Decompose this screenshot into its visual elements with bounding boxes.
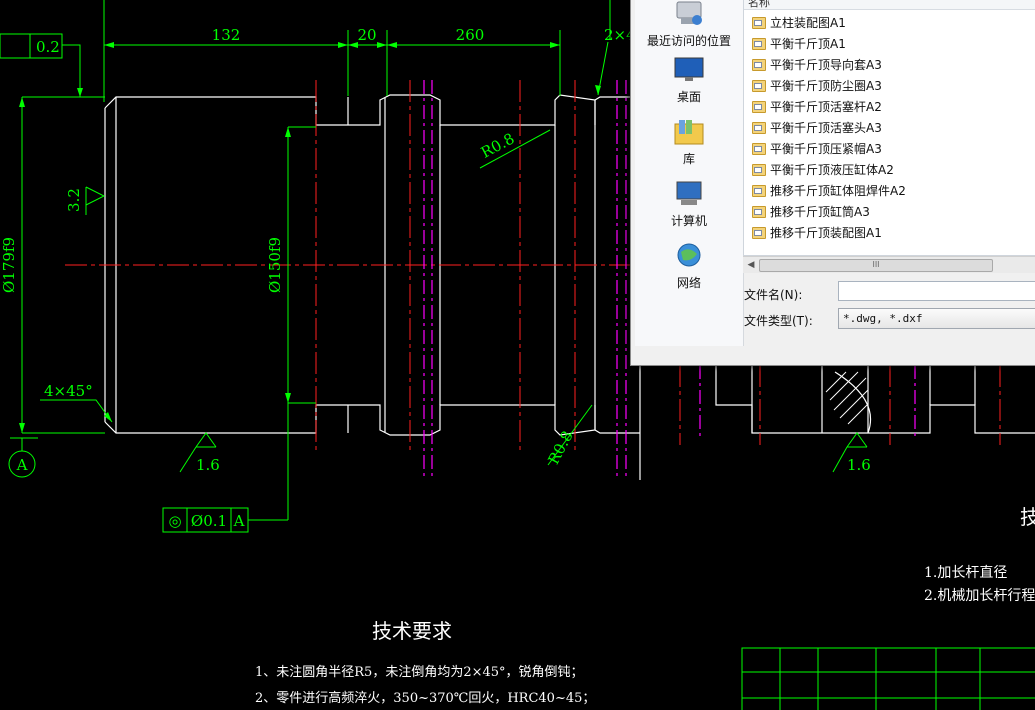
place-library[interactable]: 库 xyxy=(635,118,743,167)
scroll-left-arrow-icon[interactable]: ◀ xyxy=(745,259,757,271)
file-item[interactable]: 平衡千斤顶压紧帽A3 xyxy=(752,139,882,159)
coaxiality-value: Ø0.1 xyxy=(191,512,227,530)
place-recent-label: 最近访问的位置 xyxy=(646,34,731,48)
file-name: 推移千斤顶缸筒A3 xyxy=(770,205,870,219)
filetype-label: 文件类型(T): xyxy=(744,314,813,328)
file-name: 平衡千斤顶防尘圈A3 xyxy=(770,79,882,93)
desktop-icon xyxy=(674,57,704,81)
file-item[interactable]: 平衡千斤顶活塞头A3 xyxy=(752,118,882,138)
dwg-file-icon xyxy=(752,164,766,176)
file-item[interactable]: 平衡千斤顶防尘圈A3 xyxy=(752,76,882,96)
coaxiality-symbol: ◎ xyxy=(168,512,181,530)
dim-260: 260 xyxy=(456,26,485,44)
filename-label: 文件名(N): xyxy=(744,288,803,302)
runout-tolerance: 0.2 xyxy=(36,38,60,56)
file-name: 推移千斤顶缸体阻焊件A2 xyxy=(770,184,906,198)
right-tech-title-partial: 技 xyxy=(1020,505,1035,529)
coaxiality-datum: A xyxy=(233,512,245,530)
datum-a-label: A xyxy=(16,456,28,474)
name-column-header[interactable]: 名称 xyxy=(744,0,1035,10)
file-name: 平衡千斤顶导向套A3 xyxy=(770,58,882,72)
file-item[interactable]: 推移千斤顶缸筒A3 xyxy=(752,202,870,222)
places-bar: 最近访问的位置 桌面 库 计算机 网络 xyxy=(635,0,744,346)
file-name: 平衡千斤顶活塞杆A2 xyxy=(770,100,882,114)
dwg-file-icon xyxy=(752,17,766,29)
network-globe-icon xyxy=(677,243,701,267)
dwg-file-icon xyxy=(752,206,766,218)
dwg-file-icon xyxy=(752,38,766,50)
file-item[interactable]: 推移千斤顶装配图A1 xyxy=(752,223,882,243)
recent-places-icon xyxy=(676,1,702,25)
place-computer-label: 计算机 xyxy=(670,214,707,228)
file-item[interactable]: 平衡千斤顶导向套A3 xyxy=(752,55,882,75)
dwg-file-icon xyxy=(752,185,766,197)
filetype-select[interactable]: *.dwg, *.dxf xyxy=(838,308,1035,329)
scroll-thumb[interactable]: III xyxy=(759,259,993,272)
filename-input[interactable] xyxy=(838,281,1035,301)
file-item[interactable]: 平衡千斤顶活塞杆A2 xyxy=(752,97,882,117)
dimension-arrows xyxy=(19,42,601,433)
dwg-file-icon xyxy=(752,59,766,71)
right-note-1: 1.加长杆直径 xyxy=(924,564,1007,581)
place-desktop[interactable]: 桌面 xyxy=(635,56,743,105)
library-icon xyxy=(674,120,704,145)
dim-132: 132 xyxy=(212,26,241,44)
file-name: 平衡千斤顶活塞头A3 xyxy=(770,121,882,135)
dim-dia-179: Ø179f9 xyxy=(0,237,18,293)
roughness-1-6-right: 1.6 xyxy=(847,456,871,474)
file-item[interactable]: 推移千斤顶缸体阻焊件A2 xyxy=(752,181,906,201)
tech-requirement-2: 2、零件进行高频淬火，350~370℃回火，HRC40~45； xyxy=(255,690,595,706)
right-note-2: 2.机械加长杆行程 xyxy=(924,588,1035,604)
chamfer-note: 4×45° xyxy=(44,382,93,400)
file-name: 平衡千斤顶液压缸体A2 xyxy=(770,163,894,177)
dwg-file-icon xyxy=(752,80,766,92)
roughness-3-2: 3.2 xyxy=(65,188,83,212)
place-library-label: 库 xyxy=(682,152,695,166)
file-item[interactable]: 立柱装配图A1 xyxy=(752,13,846,33)
radius-note-lower: R0.8 xyxy=(544,428,576,467)
computer-icon xyxy=(676,181,702,205)
file-list[interactable]: 名称 立柱装配图A1 平衡千斤顶A1 平衡千斤顶导向套A3 平衡千斤顶防尘圈A3… xyxy=(743,0,1035,256)
file-item[interactable]: 平衡千斤顶A1 xyxy=(752,34,846,54)
place-desktop-label: 桌面 xyxy=(676,90,701,104)
dim-20: 20 xyxy=(357,26,376,44)
place-network[interactable]: 网络 xyxy=(635,242,743,291)
horizontal-scrollbar[interactable]: ◀ III xyxy=(743,256,1035,273)
dwg-file-icon xyxy=(752,122,766,134)
tech-requirement-1: 1、未注圆角半径R5，未注倒角均为2×45°，锐角倒钝； xyxy=(255,665,584,680)
file-item[interactable]: 平衡千斤顶液压缸体A2 xyxy=(752,160,894,180)
place-computer[interactable]: 计算机 xyxy=(635,180,743,229)
file-name: 推移千斤顶装配图A1 xyxy=(770,226,882,240)
file-name: 立柱装配图A1 xyxy=(770,16,846,30)
file-name: 平衡千斤顶A1 xyxy=(770,37,846,51)
place-network-label: 网络 xyxy=(676,276,701,290)
file-name: 平衡千斤顶压紧帽A3 xyxy=(770,142,882,156)
dwg-file-icon xyxy=(752,227,766,239)
place-recent[interactable]: 最近访问的位置 xyxy=(635,0,743,49)
dwg-file-icon xyxy=(752,101,766,113)
dim-dia-150: Ø150f9 xyxy=(266,237,284,293)
dwg-file-icon xyxy=(752,143,766,155)
roughness-1-6-left: 1.6 xyxy=(196,456,220,474)
radius-note-upper: R0.8 xyxy=(478,129,517,161)
tech-requirements-title: 技术要求 xyxy=(372,619,452,643)
